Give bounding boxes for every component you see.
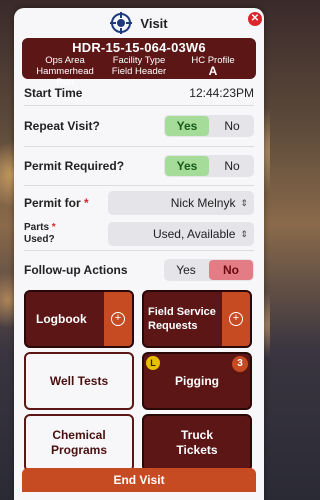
permit-for-label: Permit for *	[24, 196, 108, 210]
ops-area-value: Hammerhead Run	[36, 66, 94, 88]
logbook-add[interactable]: +	[104, 292, 132, 346]
ops-area-label: Ops Area	[45, 55, 85, 66]
parts-used-value: Used, Available	[152, 227, 236, 241]
sheet-header: Visit ✕	[14, 8, 264, 38]
start-time-label: Start Time	[24, 86, 83, 100]
required-mark: *	[84, 196, 89, 210]
permit-for-value: Nick Melnyk	[170, 196, 236, 210]
truck-tickets-button[interactable]: Truck Tickets	[142, 414, 252, 472]
followup-toggle[interactable]: Yes No	[164, 259, 254, 281]
parts-used-row: Parts * Used? Used, Available ⇕	[14, 218, 264, 250]
plus-icon: +	[229, 312, 243, 326]
chemical-line1: Chemical	[52, 428, 106, 442]
permit-for-select[interactable]: Nick Melnyk ⇕	[108, 191, 254, 215]
field-service-label: Field Service Requests	[144, 305, 222, 333]
parts-used-label: Parts * Used?	[24, 222, 108, 246]
site-info-box: HDR-15-15-064-03W6 Ops Area Facility Typ…	[22, 38, 256, 88]
pigging-count-badge: 3	[232, 356, 248, 372]
repeat-visit-no[interactable]: No	[210, 115, 254, 137]
parts-used-label-line2: Used?	[24, 234, 55, 245]
divider	[24, 185, 254, 186]
page-title: Visit	[140, 15, 168, 31]
permit-required-no[interactable]: No	[210, 155, 254, 177]
well-tests-label: Well Tests	[49, 374, 109, 388]
permit-required-row: Permit Required? Yes No	[14, 147, 264, 185]
followup-no[interactable]: No	[209, 260, 253, 280]
truck-tickets-label: Truck Tickets	[176, 428, 217, 458]
end-visit-button[interactable]: End Visit	[22, 468, 256, 492]
followup-yes[interactable]: Yes	[164, 259, 208, 281]
repeat-visit-yes[interactable]: Yes	[165, 116, 209, 136]
hc-profile-value: A	[208, 64, 218, 78]
parts-used-label-line1: Parts	[24, 222, 50, 233]
field-service-requests-button[interactable]: Field Service Requests +	[142, 290, 252, 348]
crosshair-logo-icon	[110, 12, 133, 34]
repeat-visit-row: Repeat Visit? Yes No	[14, 106, 264, 146]
chevron-updown-icon: ⇕	[240, 197, 248, 208]
truck-line1: Truck	[180, 428, 213, 442]
permit-for-label-text: Permit for	[24, 196, 81, 210]
truck-line2: Tickets	[176, 443, 218, 457]
pigging-letter-badge: L	[146, 356, 160, 370]
field-service-line1: Field Service	[148, 306, 216, 318]
followup-label: Follow-up Actions	[24, 263, 128, 277]
chemical-line2: Programs	[50, 443, 108, 457]
logbook-button[interactable]: Logbook +	[24, 290, 134, 348]
permit-for-row: Permit for * Nick Melnyk ⇕	[14, 188, 264, 218]
facility-type-value: Field Header	[111, 66, 167, 77]
site-info-grid: Ops Area Facility Type HC Profile Hammer…	[28, 55, 250, 88]
close-icon[interactable]: ✕	[248, 12, 262, 26]
well-tests-button[interactable]: Well Tests	[24, 352, 134, 410]
parts-used-select[interactable]: Used, Available ⇕	[108, 222, 254, 246]
permit-required-toggle[interactable]: Yes No	[164, 155, 254, 177]
chemical-programs-button[interactable]: Chemical Programs	[24, 414, 134, 472]
repeat-visit-toggle[interactable]: Yes No	[164, 115, 254, 137]
field-service-line2: Requests	[148, 320, 198, 332]
pigging-label: Pigging	[175, 374, 219, 388]
permit-required-label: Permit Required?	[24, 159, 125, 173]
start-time-value: 12:44:23PM	[189, 86, 254, 100]
repeat-visit-label: Repeat Visit?	[24, 119, 100, 133]
plus-icon: +	[111, 312, 125, 326]
followup-row: Follow-up Actions Yes No	[14, 251, 264, 289]
chemical-programs-label: Chemical Programs	[51, 428, 107, 458]
permit-required-yes[interactable]: Yes	[165, 156, 209, 176]
required-mark: *	[51, 222, 56, 233]
site-id: HDR-15-15-064-03W6	[72, 40, 206, 55]
logbook-label: Logbook	[36, 312, 87, 326]
pigging-button[interactable]: L Pigging 3	[142, 352, 252, 410]
chevron-updown-icon: ⇕	[240, 228, 248, 239]
field-service-add[interactable]: +	[222, 292, 250, 346]
facility-type-label: Facility Type	[112, 55, 166, 66]
